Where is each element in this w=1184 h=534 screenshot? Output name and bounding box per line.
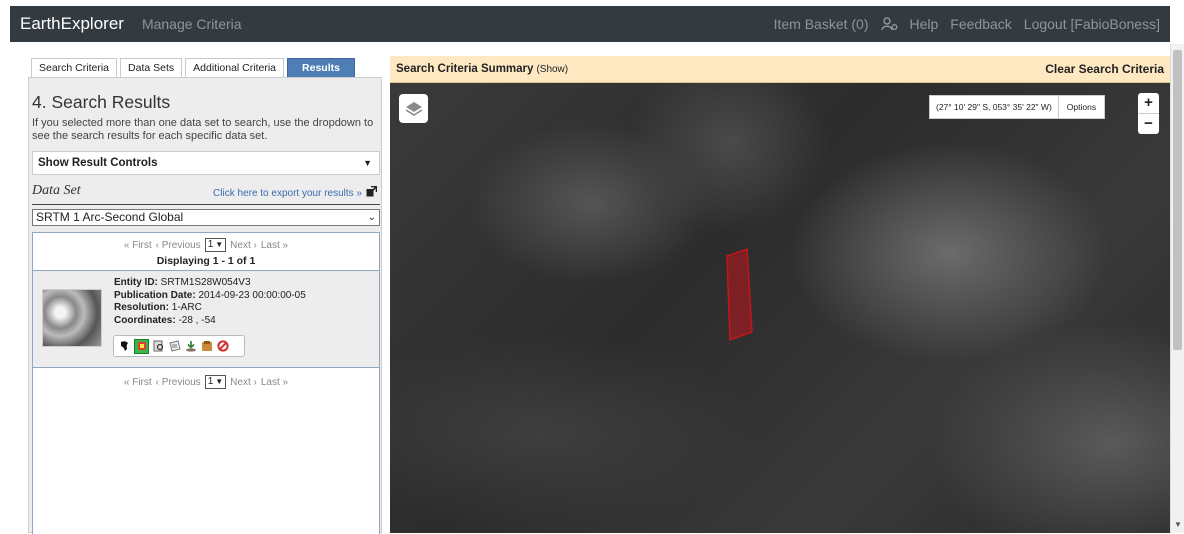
tab-data-sets[interactable]: Data Sets <box>120 58 183 78</box>
page-scrollbar[interactable]: ▼ <box>1170 44 1184 533</box>
pager-first[interactable]: « First <box>124 240 152 251</box>
entity-id-value: SRTM1S28W054V3 <box>160 277 251 288</box>
caret-down-icon: ▼ <box>363 158 372 168</box>
scrollbar-thumb[interactable] <box>1173 50 1182 350</box>
page-select[interactable]: 1 ▼ <box>204 238 227 252</box>
footprint-icon[interactable] <box>118 340 131 353</box>
result-footprint[interactable] <box>726 247 753 342</box>
result-actions <box>113 335 245 357</box>
layers-icon <box>405 101 422 116</box>
resolution-label: Resolution: <box>114 302 169 313</box>
tab-search-criteria[interactable]: Search Criteria <box>31 58 118 78</box>
chevron-down-icon: ▼ <box>215 240 224 249</box>
results-list: « First ‹ Previous 1 ▼ Next › Last » Disp… <box>32 232 380 534</box>
map-options-button[interactable]: Options <box>1057 96 1104 118</box>
result-thumbnail[interactable] <box>42 289 102 347</box>
pager-first[interactable]: « First <box>124 377 152 388</box>
tab-results[interactable]: Results <box>287 58 355 78</box>
result-metadata: Entity ID: SRTM1S28W054V3 Publication Da… <box>114 277 306 327</box>
search-results-panel: 4. Search Results If you selected more t… <box>28 77 382 534</box>
item-basket-link[interactable]: Item Basket (0) <box>774 16 869 32</box>
publication-date-label: Publication Date: <box>114 289 196 301</box>
scroll-down-icon[interactable]: ▼ <box>1174 520 1182 529</box>
zoom-control: + − <box>1138 93 1159 134</box>
export-results-label: Click here to export your results » <box>213 187 362 199</box>
resolution-value: 1-ARC <box>171 302 202 313</box>
map-panel: Search Criteria Summary (Show) Clear Sea… <box>390 56 1170 533</box>
app-logo[interactable]: EarthExplorer <box>20 14 124 34</box>
page-select[interactable]: 1 ▼ <box>204 375 227 389</box>
help-link[interactable]: Help <box>910 16 939 32</box>
pager-next[interactable]: Next › <box>230 240 257 251</box>
tab-additional-criteria[interactable]: Additional Criteria <box>185 58 285 78</box>
metadata-icon[interactable] <box>168 340 181 353</box>
show-result-controls-toggle[interactable]: Show Result Controls ▼ <box>32 151 380 175</box>
left-panel: Search Criteria Data Sets Additional Cri… <box>23 52 387 534</box>
zoom-in-button[interactable]: + <box>1138 93 1159 113</box>
map-view[interactable]: (27° 10' 29" S, 053° 35' 22" W) Options … <box>390 83 1170 533</box>
chevron-down-icon: ▼ <box>215 377 224 386</box>
export-results-link[interactable]: Click here to export your results » <box>213 185 378 200</box>
user-settings-icon[interactable] <box>880 17 898 31</box>
exclude-icon[interactable] <box>216 340 229 353</box>
pager-previous[interactable]: ‹ Previous <box>156 377 201 388</box>
clear-search-criteria-link[interactable]: Clear Search Criteria <box>1045 62 1164 76</box>
coordinates-label: Coordinates: <box>114 314 176 326</box>
layers-button[interactable] <box>399 94 428 123</box>
pager-last[interactable]: Last » <box>261 240 288 251</box>
order-icon[interactable] <box>200 340 213 353</box>
result-controls-label: Show Result Controls <box>38 157 158 169</box>
entity-id-label: Entity ID: <box>114 277 158 288</box>
footprint-overlay <box>726 247 753 342</box>
pager-next[interactable]: Next › <box>230 377 257 388</box>
manage-criteria-link[interactable]: Manage Criteria <box>142 16 242 32</box>
data-set-selected: SRTM 1 Arc-Second Global <box>36 210 184 224</box>
page-number: 1 <box>207 376 214 387</box>
publication-date-value: 2014-09-23 00:00:00-05 <box>198 289 306 301</box>
displaying-count: Displaying 1 - 1 of 1 <box>156 255 256 267</box>
pager-top: « First ‹ Previous 1 ▼ Next › Last » <box>33 238 379 252</box>
coordinate-readout: (27° 10' 29" S, 053° 35' 22" W) Options <box>929 95 1106 119</box>
data-set-select[interactable]: SRTM 1 Arc-Second Global ⌄ <box>32 209 380 226</box>
compare-icon[interactable] <box>152 340 165 353</box>
summary-show-link[interactable]: (Show) <box>536 64 568 75</box>
external-link-icon <box>366 185 378 200</box>
logout-link[interactable]: Logout [FabioBoness] <box>1024 16 1160 32</box>
pager-previous[interactable]: ‹ Previous <box>156 240 201 251</box>
feedback-link[interactable]: Feedback <box>950 16 1011 32</box>
panel-title: 4. Search Results <box>32 92 171 112</box>
coordinates-value: -28 , -54 <box>178 314 216 326</box>
page-number: 1 <box>207 239 214 250</box>
pager-last[interactable]: Last » <box>261 377 288 388</box>
data-set-label: Data Set <box>32 183 81 198</box>
zoom-out-button[interactable]: − <box>1138 114 1159 134</box>
chevron-down-icon: ⌄ <box>367 212 376 223</box>
overlay-icon[interactable] <box>134 338 149 354</box>
top-nav-right: Item Basket (0) Help Feedback Logout [Fa… <box>774 16 1160 32</box>
divider <box>32 204 380 205</box>
download-icon[interactable] <box>184 340 197 353</box>
top-nav-bar: EarthExplorer Manage Criteria Item Baske… <box>10 6 1170 42</box>
summary-title: Search Criteria Summary <box>396 63 534 75</box>
coordinate-text: (27° 10' 29" S, 053° 35' 22" W) <box>936 102 1052 112</box>
search-criteria-summary-bar: Search Criteria Summary (Show) Clear Sea… <box>390 56 1170 83</box>
panel-description: If you selected more than one data set t… <box>32 117 374 142</box>
criteria-tabs: Search Criteria Data Sets Additional Cri… <box>31 58 355 78</box>
result-item: Entity ID: SRTM1S28W054V3 Publication Da… <box>33 270 379 368</box>
pager-bottom: « First ‹ Previous 1 ▼ Next › Last » <box>33 375 379 389</box>
